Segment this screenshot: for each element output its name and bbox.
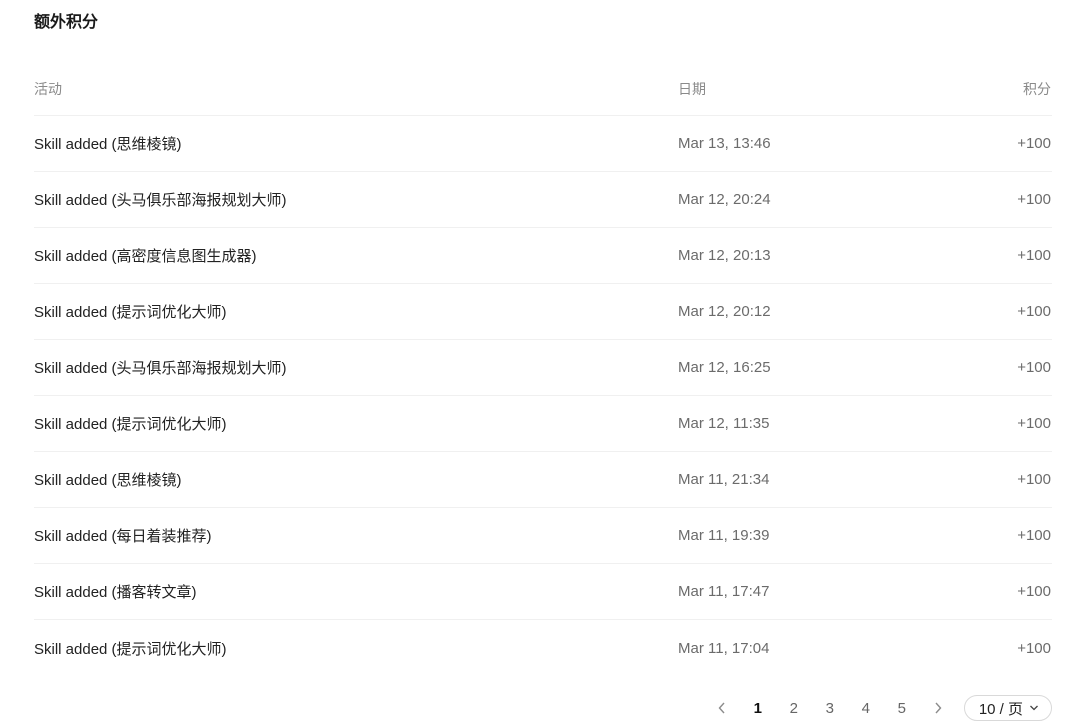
activity-cell: Skill added (思维棱镜): [34, 472, 182, 489]
section-title: 额外积分: [34, 14, 99, 31]
date-cell: Mar 11, 21:34: [678, 471, 770, 488]
table-row: Skill added (高密度信息图生成器) Mar 12, 20:13 +1…: [34, 228, 1052, 284]
date-cell: Mar 12, 16:25: [678, 359, 771, 376]
table-row: Skill added (提示词优化大师) Mar 12, 11:35 +100: [34, 396, 1052, 452]
activity-cell: Skill added (提示词优化大师): [34, 416, 227, 433]
extra-points-table: 活动 日期 积分 Skill added (思维棱镜) Mar 13, 13:4…: [34, 63, 1052, 676]
table-row: Skill added (思维棱镜) Mar 11, 21:34 +100: [34, 452, 1052, 508]
points-cell: +100: [1017, 247, 1051, 264]
page-button-3[interactable]: 3: [822, 695, 838, 721]
date-cell: Mar 12, 11:35: [678, 415, 770, 432]
chevron-down-icon: [1029, 704, 1039, 712]
table-row: Skill added (头马俱乐部海报规划大师) Mar 12, 20:24 …: [34, 172, 1052, 228]
activity-cell: Skill added (提示词优化大师): [34, 640, 227, 658]
points-cell: +100: [1017, 135, 1051, 152]
date-cell: Mar 11, 17:47: [678, 583, 770, 600]
points-cell: +100: [1017, 359, 1051, 376]
points-cell: +100: [1017, 471, 1051, 488]
column-header-points: 积分: [1023, 81, 1051, 97]
points-cell: +100: [1017, 583, 1051, 600]
date-cell: Mar 11, 19:39: [678, 527, 770, 544]
date-cell: Mar 12, 20:12: [678, 303, 771, 320]
date-cell: Mar 11, 17:04: [678, 639, 770, 657]
page-size-select[interactable]: 10 / 页: [963, 695, 1052, 721]
table-row: Skill added (播客转文章) Mar 11, 17:47 +100: [34, 564, 1052, 620]
points-cell: +100: [1017, 415, 1051, 432]
page-size-label: 10 / 页: [978, 700, 1023, 718]
table-row: Skill added (头马俱乐部海报规划大师) Mar 12, 16:25 …: [34, 340, 1052, 396]
table-row: Skill added (思维棱镜) Mar 13, 13:46 +100: [34, 116, 1052, 172]
points-cell: +100: [1017, 303, 1051, 320]
page-button-2[interactable]: 2: [786, 695, 802, 721]
date-cell: Mar 12, 20:13: [678, 247, 771, 264]
chevron-left-icon: [718, 702, 725, 714]
points-cell: +100: [1017, 639, 1051, 657]
page-button-1[interactable]: 1: [750, 695, 766, 721]
date-cell: Mar 12, 20:24: [678, 191, 771, 208]
points-cell: +100: [1017, 191, 1051, 208]
activity-cell: Skill added (提示词优化大师): [34, 304, 227, 321]
chevron-right-icon: [935, 702, 942, 714]
activity-cell: Skill added (每日着装推荐): [34, 528, 212, 545]
table-row: Skill added (每日着装推荐) Mar 11, 19:39 +100: [34, 508, 1052, 564]
page-button-5[interactable]: 5: [894, 695, 910, 721]
activity-cell: Skill added (思维棱镜): [34, 136, 182, 153]
pagination-next-button[interactable]: [931, 695, 945, 721]
pagination: 1 2 3 4 5 10 / 页: [704, 695, 1052, 721]
date-cell: Mar 13, 13:46: [678, 135, 771, 152]
column-header-activity: 活动: [34, 81, 62, 97]
activity-cell: Skill added (头马俱乐部海报规划大师): [34, 360, 287, 377]
points-cell: +100: [1017, 527, 1051, 544]
activity-cell: Skill added (高密度信息图生成器): [34, 248, 257, 265]
table-header-row: 活动 日期 积分: [34, 63, 1052, 116]
table-row: Skill added (提示词优化大师) Mar 11, 17:04 +100: [34, 620, 1052, 676]
activity-cell: Skill added (头马俱乐部海报规划大师): [34, 192, 287, 209]
table-row: Skill added (提示词优化大师) Mar 12, 20:12 +100: [34, 284, 1052, 340]
page-button-4[interactable]: 4: [858, 695, 874, 721]
column-header-date: 日期: [678, 81, 706, 97]
pagination-prev-button[interactable]: [715, 695, 729, 721]
activity-cell: Skill added (播客转文章): [34, 584, 197, 601]
